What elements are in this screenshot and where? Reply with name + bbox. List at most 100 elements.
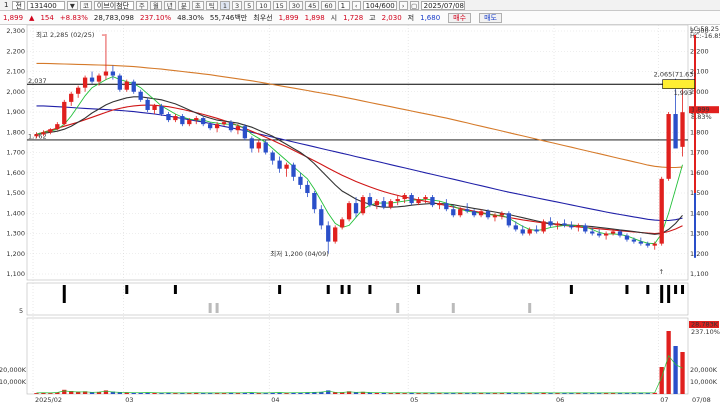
quote-bar: 1,899 ▲ 154 +8.83% 28,783,098 237.10% 48… xyxy=(0,11,720,25)
candle-body xyxy=(242,126,248,139)
candle-body xyxy=(381,201,386,208)
candle-body xyxy=(388,201,393,208)
period-year[interactable]: 년 xyxy=(163,0,176,10)
candle-body xyxy=(465,209,470,212)
price-tick-right: 2,000 xyxy=(690,88,709,96)
candle-body xyxy=(187,120,192,125)
price-tick-right: 1,400 xyxy=(690,209,709,217)
unit-input[interactable]: 1 xyxy=(337,0,350,10)
change-pct: +8.83% xyxy=(59,13,88,22)
period-minute[interactable]: 분 xyxy=(177,0,190,10)
candle-body xyxy=(485,211,491,218)
candle-body xyxy=(270,152,275,161)
candle-body xyxy=(96,75,102,82)
candle-body xyxy=(312,193,317,210)
code-input[interactable]: 131400 xyxy=(26,0,65,10)
price-tick-left: 1,600 xyxy=(6,169,25,177)
date-input[interactable]: 2025/07/08 xyxy=(420,0,465,10)
candle-body xyxy=(548,221,553,226)
candle-body xyxy=(291,164,296,177)
signal-bar-buy xyxy=(396,303,400,313)
row-marker: 1 xyxy=(4,0,9,9)
candle-body xyxy=(166,114,171,121)
search-icon[interactable]: ▼ xyxy=(66,0,78,10)
signal-bar-sell xyxy=(625,285,629,294)
candle-body xyxy=(673,114,678,149)
period-week[interactable]: 주 xyxy=(135,0,148,10)
change-arrow-icon: ▲ xyxy=(29,13,35,22)
volume-tick-right: 20,000K xyxy=(690,366,718,374)
candle-body xyxy=(631,239,637,242)
interval-1[interactable]: 1 xyxy=(219,0,230,10)
interval-5[interactable]: 5 xyxy=(244,0,255,10)
candle-body xyxy=(409,195,414,204)
candle-body xyxy=(478,211,484,216)
interval-60[interactable]: 60 xyxy=(321,0,336,10)
candle-body xyxy=(180,116,185,125)
highlight-box xyxy=(662,79,695,89)
up-arrow-icon: ↑ xyxy=(659,268,664,276)
candle-body xyxy=(221,122,227,125)
candle-body xyxy=(228,122,234,131)
interval-30[interactable]: 30 xyxy=(288,0,304,10)
period-second[interactable]: 초 xyxy=(191,0,204,10)
recent-high-annotation: 2,065(71.63) xyxy=(654,71,696,79)
mode-select[interactable]: 전 xyxy=(12,0,25,10)
amount-value: 55,746백만 xyxy=(209,13,248,22)
candle-body xyxy=(506,213,512,226)
sell-button[interactable]: 매도 xyxy=(479,12,502,23)
period-tick[interactable]: 틱 xyxy=(205,0,218,10)
candle-body xyxy=(520,229,525,234)
signal-bar-sell xyxy=(340,285,344,294)
signal-bar-sell xyxy=(173,285,177,294)
price-tick-left: 1,800 xyxy=(6,128,25,136)
price-tick-right: 1,500 xyxy=(690,189,709,197)
prev-icon[interactable]: ‹ xyxy=(351,0,361,10)
volume-value: 28,783,098 xyxy=(93,13,135,22)
turnover-value: 48.30% xyxy=(177,13,204,22)
candle-body xyxy=(263,142,268,153)
candle-body xyxy=(298,176,303,185)
candle-body xyxy=(207,124,213,129)
high-annotation: 최고 2,285 (02/25) xyxy=(36,30,95,39)
open-label: 시 xyxy=(330,13,338,22)
interval-15[interactable]: 15 xyxy=(272,0,287,10)
price-tick-right: 1,600 xyxy=(690,169,709,177)
interval-45[interactable]: 45 xyxy=(305,0,320,10)
next-icon[interactable]: › xyxy=(398,0,408,10)
recent-close-annotation: 1,993 xyxy=(674,89,693,97)
signal-bar-buy xyxy=(208,303,212,313)
calendar-icon[interactable]: ▢ xyxy=(409,0,419,10)
volume-bar xyxy=(673,346,678,394)
volume-tick-right: 10,000K xyxy=(690,378,718,386)
candle-body xyxy=(76,87,81,94)
price-tick-right: 1,300 xyxy=(690,230,709,238)
candle-body xyxy=(131,81,136,92)
candle-body xyxy=(555,223,560,226)
x-tick-label: 2025/02 xyxy=(35,396,62,404)
stock-chart[interactable]: 2,0371,762 2,300 2,3002,200 2,2002,100 2,10… xyxy=(0,25,720,404)
candle-body xyxy=(395,199,400,202)
candle-body xyxy=(617,231,623,236)
candle-body xyxy=(159,105,164,115)
candle-body xyxy=(541,221,546,232)
candle-body xyxy=(624,235,630,240)
price-tick-right: 2,200 xyxy=(690,47,709,55)
candle-body xyxy=(638,241,643,244)
candle-body xyxy=(451,209,456,216)
high-price: 2,030 xyxy=(381,13,402,22)
candle-body xyxy=(82,77,88,88)
chart-background xyxy=(0,25,720,404)
candle-body xyxy=(48,129,53,133)
price-tick-right: 1,700 xyxy=(690,149,709,157)
volume-pct-tag: 237.10% xyxy=(691,328,720,336)
candle-body xyxy=(277,160,282,169)
volume-tick-left: 10,000K xyxy=(0,378,27,386)
period-month[interactable]: 월 xyxy=(149,0,162,10)
signal-bar-sell xyxy=(417,285,421,294)
candle-body xyxy=(367,197,373,206)
interval-10[interactable]: 10 xyxy=(256,0,271,10)
buy-button[interactable]: 매수 xyxy=(448,12,472,23)
interval-3[interactable]: 3 xyxy=(231,0,243,10)
candle-body xyxy=(62,101,67,125)
